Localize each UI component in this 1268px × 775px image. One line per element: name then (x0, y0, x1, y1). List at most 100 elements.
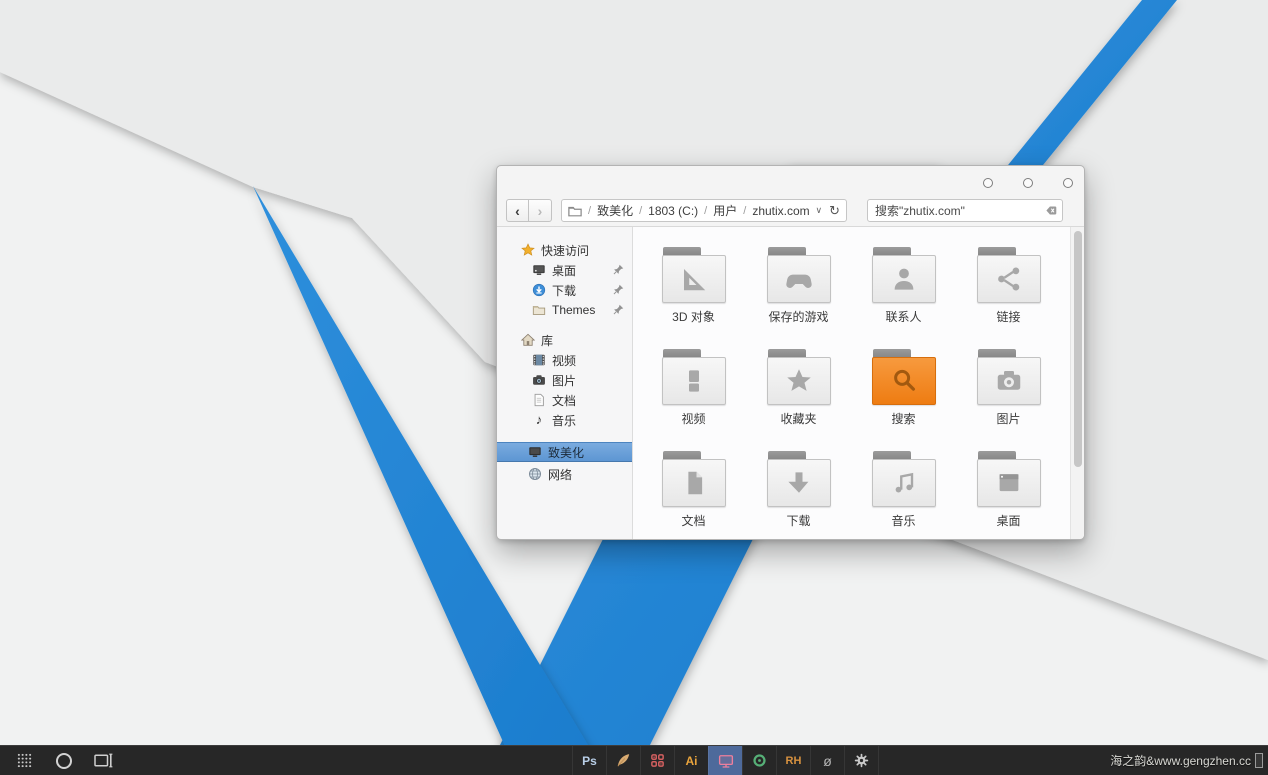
breadcrumb-separator: / (743, 205, 746, 217)
taskbar-app-slashed-circle[interactable]: ø (810, 746, 844, 775)
monitor-icon (717, 752, 735, 770)
window-minimize-button[interactable] (983, 178, 993, 188)
folder-favorites[interactable]: 收藏夹 (746, 341, 851, 443)
document-icon (532, 393, 546, 407)
sidebar-item-network[interactable]: 网络 (497, 464, 632, 484)
pin-icon[interactable] (613, 284, 624, 298)
search-input[interactable] (873, 203, 1042, 219)
forward-button[interactable]: › (529, 199, 552, 222)
refresh-icon[interactable]: ↻ (829, 204, 840, 217)
sidebar-item-label: 音乐 (552, 412, 576, 429)
sidebar-item-desktop[interactable]: 桌面 (497, 260, 632, 280)
sidebar-item-themes[interactable]: Themes (497, 300, 632, 320)
taskbar-left (12, 746, 116, 775)
breadcrumb-segment-user-folder[interactable]: zhutix.com (752, 204, 809, 218)
star-icon (521, 243, 535, 257)
nav-buttons: ‹ › (506, 199, 552, 222)
gear-icon (853, 752, 870, 769)
folder-label: 搜索 (891, 410, 915, 427)
folder-downloads[interactable]: 下载 (746, 443, 851, 539)
sidebar-item-quick-access[interactable]: 快速访问 (497, 240, 632, 260)
taskbar-app-file-explorer[interactable] (708, 746, 742, 775)
breadcrumb-segment-this-pc[interactable]: 致美化 (597, 202, 633, 219)
search-clear-icon[interactable] (1042, 205, 1057, 216)
folder-label: 链接 (996, 308, 1020, 325)
folder-saved-games[interactable]: 保存的游戏 (746, 239, 851, 341)
home-icon (521, 333, 535, 347)
folder-3d-objects[interactable]: 3D 对象 (641, 239, 746, 341)
folder-label: 3D 对象 (672, 308, 715, 325)
sidebar-item-videos[interactable]: 视频 (497, 350, 632, 370)
taskbar-app-settings[interactable] (844, 746, 879, 775)
taskbar-right: 海之韵&www.gengzhen.cc (1110, 746, 1263, 775)
apps-grid-icon (17, 753, 32, 768)
scrollbar-track[interactable] (1070, 227, 1084, 539)
sidebar-item-music[interactable]: ♪ 音乐 (497, 410, 632, 430)
sidebar-item-library[interactable]: 库 (497, 330, 632, 350)
taskbar-app-illustrator[interactable]: Ai (674, 746, 708, 775)
folder-label: 保存的游戏 (768, 308, 828, 325)
search-button[interactable] (52, 746, 76, 775)
folder-search[interactable]: 搜索 (851, 341, 956, 443)
sidebar-item-label: 图片 (552, 372, 576, 389)
task-view-icon (94, 753, 114, 768)
folder-label: 视频 (681, 410, 705, 427)
window-close-button[interactable] (1063, 178, 1073, 188)
search-box (867, 199, 1063, 222)
pin-icon[interactable] (613, 264, 624, 278)
camera-icon (993, 366, 1025, 396)
music-notes-icon (889, 468, 919, 498)
taskbar-app-robohelp[interactable]: RH (776, 746, 810, 775)
taskbar-app-feather[interactable] (606, 746, 640, 775)
sidebar-item-label: 下载 (552, 282, 576, 299)
sidebar-item-documents[interactable]: 文档 (497, 390, 632, 410)
folder-label: 桌面 (996, 512, 1020, 529)
taskbar-app-green-browser[interactable] (742, 746, 776, 775)
breadcrumb-folder-icon (568, 205, 582, 217)
scrollbar-thumb[interactable] (1074, 231, 1082, 467)
red-grid-icon (650, 753, 665, 768)
breadcrumb-dropdown-icon[interactable]: ∨ (816, 205, 823, 216)
computer-icon (528, 445, 542, 459)
sidebar-item-downloads[interactable]: 下载 (497, 280, 632, 300)
folder-icon (532, 303, 546, 317)
sidebar-item-this-pc[interactable]: 致美化 (497, 442, 632, 462)
document-icon (679, 468, 709, 498)
ring-icon (56, 753, 72, 769)
back-button[interactable]: ‹ (506, 199, 529, 222)
window-maximize-button[interactable] (1023, 178, 1033, 188)
window-body: 快速访问 桌面 下载 (497, 226, 1084, 539)
folder-label: 图片 (996, 410, 1020, 427)
pin-icon[interactable] (613, 304, 624, 318)
show-desktop-button[interactable] (1255, 753, 1263, 768)
breadcrumb: / 致美化 / 1803 (C:) / 用户 / zhutix.com ∨ ↻ (561, 199, 847, 222)
gamepad-icon (783, 264, 815, 294)
sidebar-item-label: 视频 (552, 352, 576, 369)
folder-music[interactable]: 音乐 (851, 443, 956, 539)
taskbar-app-red-grid[interactable] (640, 746, 674, 775)
folder-label: 收藏夹 (780, 410, 816, 427)
task-view-button[interactable] (92, 746, 116, 775)
folder-contacts[interactable]: 联系人 (851, 239, 956, 341)
share-icon (994, 264, 1024, 294)
taskbar-watermark: 海之韵&www.gengzhen.cc (1110, 752, 1251, 769)
folder-label: 音乐 (891, 512, 915, 529)
folder-videos[interactable]: 视频 (641, 341, 746, 443)
breadcrumb-segment-drive[interactable]: 1803 (C:) (648, 204, 698, 218)
down-arrow-icon (784, 468, 814, 498)
desktop-icon (532, 263, 546, 277)
start-button[interactable] (12, 746, 36, 775)
folder-links[interactable]: 链接 (956, 239, 1061, 341)
folder-pictures[interactable]: 图片 (956, 341, 1061, 443)
folder-label: 联系人 (885, 308, 921, 325)
folder-documents[interactable]: 文档 (641, 443, 746, 539)
folder-desktop[interactable]: 桌面 (956, 443, 1061, 539)
taskbar-app-photoshop[interactable]: Ps (572, 746, 606, 775)
sidebar-item-label: 库 (541, 332, 553, 349)
sidebar-item-label: 致美化 (548, 444, 584, 461)
breadcrumb-segment-users[interactable]: 用户 (713, 202, 737, 219)
sidebar-item-label: 文档 (552, 392, 576, 409)
green-ring-icon (751, 752, 768, 769)
sidebar-item-label: 桌面 (552, 262, 576, 279)
sidebar-item-pictures[interactable]: 图片 (497, 370, 632, 390)
